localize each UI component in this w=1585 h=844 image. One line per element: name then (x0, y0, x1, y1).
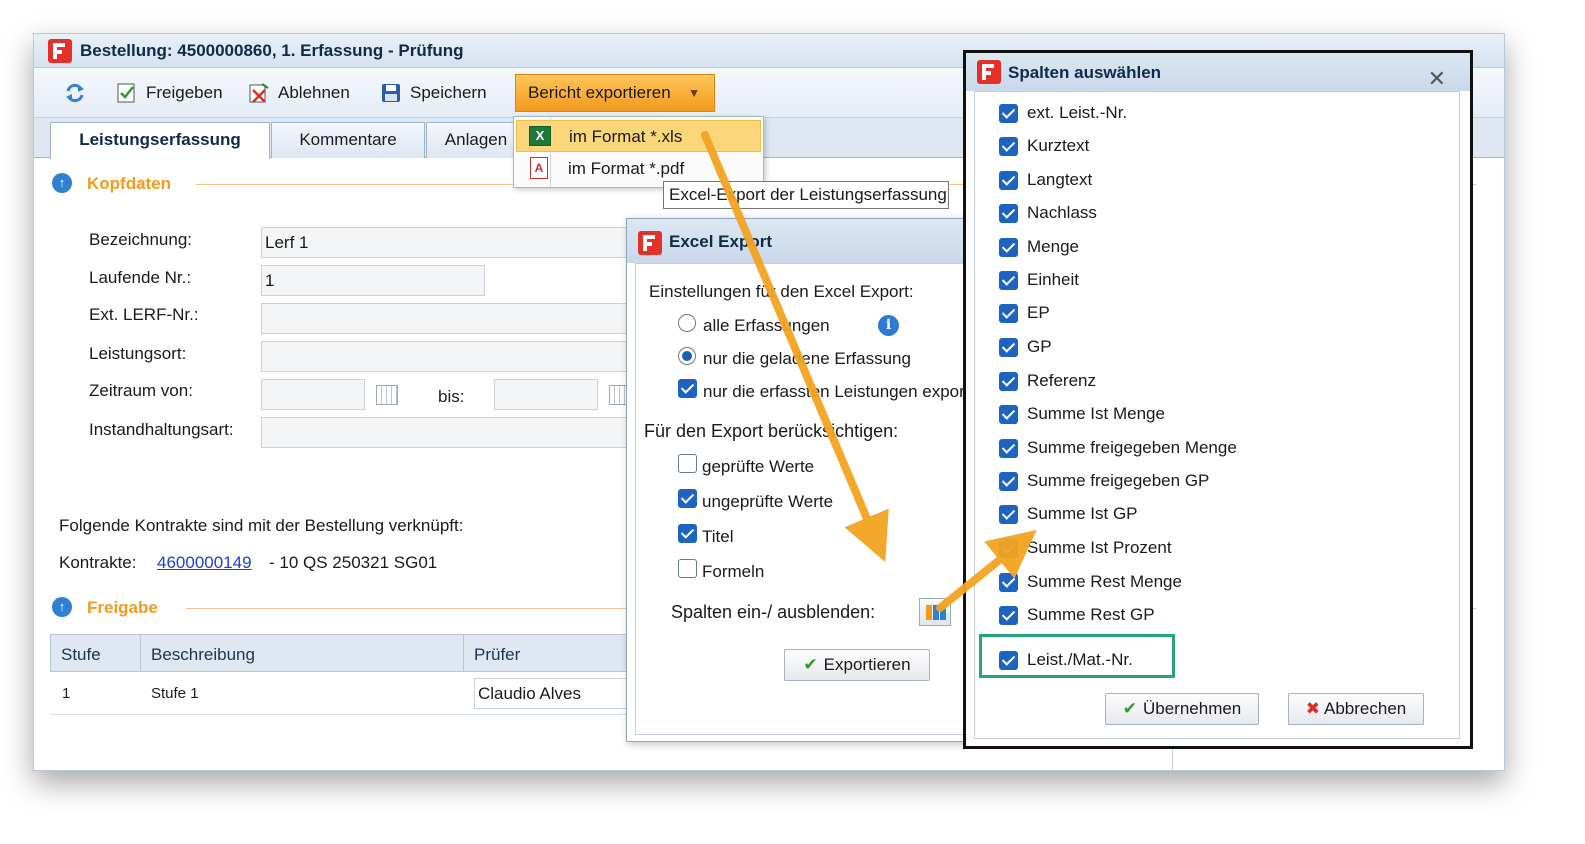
arrow-columns-to-dialog (936, 529, 1037, 612)
annotation-arrows (701, 131, 1037, 612)
arrow-xls-to-export (701, 131, 889, 563)
